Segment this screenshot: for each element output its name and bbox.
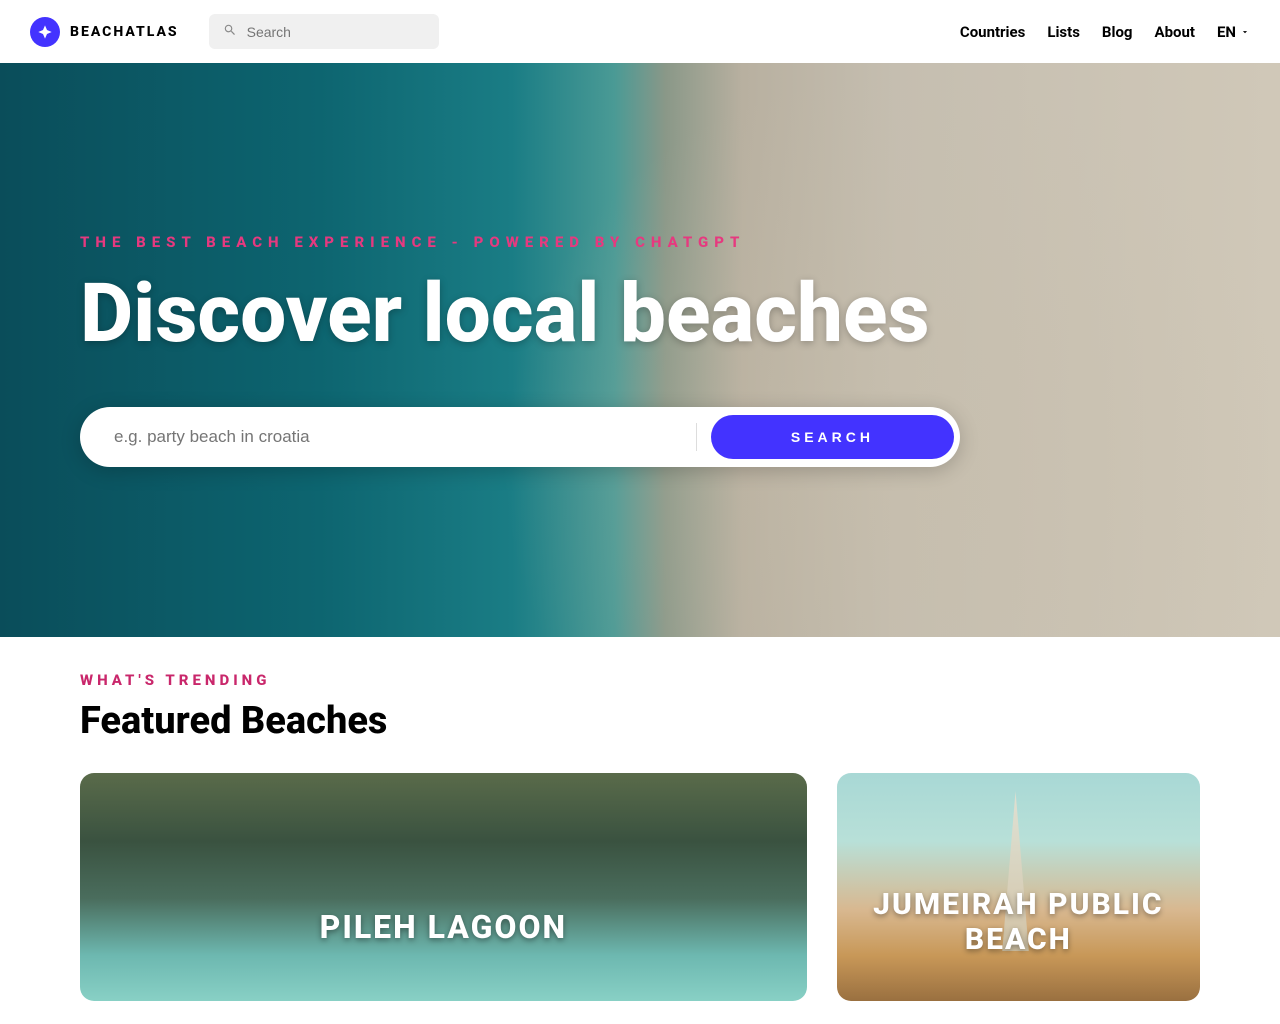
search-icon [223, 22, 237, 41]
featured-card-pileh-lagoon[interactable]: PILEH LAGOON [80, 773, 807, 1001]
brand-name: BEACHATLAS [70, 24, 179, 40]
hero-eyebrow: THE BEST BEACH EXPERIENCE - POWERED BY C… [80, 233, 980, 251]
hero-title: Discover local beaches [80, 271, 980, 357]
logo[interactable]: BEACHATLAS [30, 17, 179, 47]
nav-countries[interactable]: Countries [960, 23, 1025, 41]
hero: THE BEST BEACH EXPERIENCE - POWERED BY C… [0, 63, 1280, 637]
search-button[interactable]: SEARCH [711, 415, 954, 459]
trending-section: WHAT'S TRENDING Featured Beaches PILEH L… [0, 637, 1280, 1001]
main-nav: Countries Lists Blog About EN [960, 23, 1250, 41]
divider [696, 423, 697, 451]
featured-card-jumeirah[interactable]: JUMEIRAH PUBLIC BEACH [837, 773, 1200, 1001]
card-title: JUMEIRAH PUBLIC BEACH [837, 887, 1200, 957]
language-label: EN [1217, 23, 1236, 41]
header: BEACHATLAS Countries Lists Blog About EN [0, 0, 1280, 63]
trending-title: Featured Beaches [80, 699, 1200, 743]
hero-content: THE BEST BEACH EXPERIENCE - POWERED BY C… [80, 233, 980, 467]
header-search[interactable] [209, 14, 439, 49]
compass-icon [30, 17, 60, 47]
nav-about[interactable]: About [1155, 23, 1195, 41]
chevron-down-icon [1240, 23, 1250, 41]
nav-blog[interactable]: Blog [1102, 23, 1133, 41]
hero-search-input[interactable] [86, 413, 696, 461]
featured-cards: PILEH LAGOON JUMEIRAH PUBLIC BEACH [80, 773, 1200, 1001]
trending-eyebrow: WHAT'S TRENDING [80, 671, 1200, 689]
hero-search-bar: SEARCH [80, 407, 960, 467]
card-title: PILEH LAGOON [300, 908, 588, 946]
header-search-input[interactable] [247, 24, 428, 40]
language-selector[interactable]: EN [1217, 23, 1250, 41]
nav-lists[interactable]: Lists [1047, 23, 1080, 41]
